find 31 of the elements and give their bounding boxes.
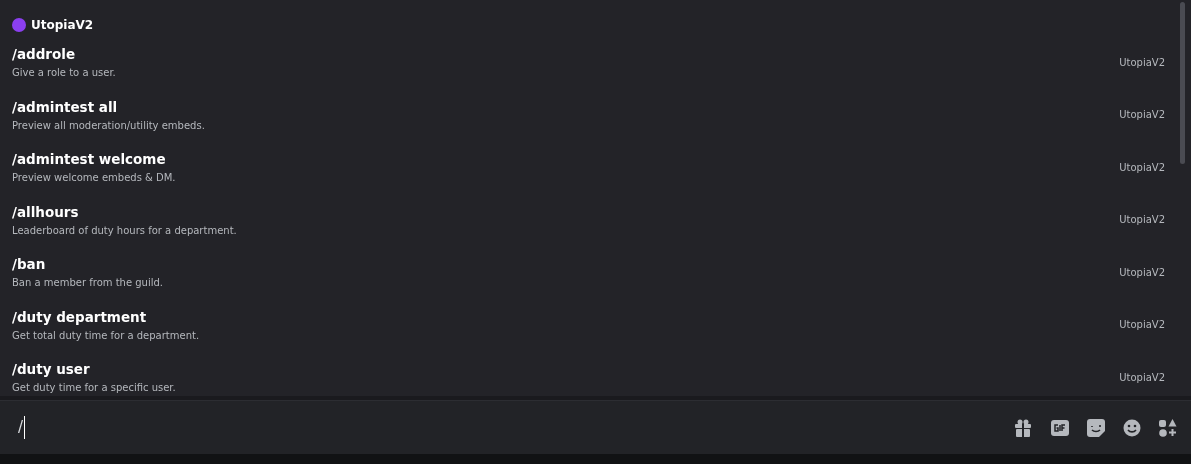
command-name[interactable]: /allhours [12,202,79,221]
command-name[interactable]: /ban [12,255,46,274]
message-input-bar[interactable]: / [0,400,1191,454]
command-name[interactable]: /duty department [12,307,147,326]
apps-icon[interactable] [1159,418,1177,437]
command-description: Get duty time for a specific user. [12,381,176,395]
command-source: UtopiaV2 [1119,213,1165,228]
command-name[interactable]: /admintest all [12,97,118,116]
command-name[interactable]: /admintest welcome [12,150,166,169]
command-description: Preview all moderation/utility embeds. [12,118,205,132]
command-description: Give a role to a user. [12,66,116,80]
command-source: UtopiaV2 [1119,370,1165,385]
app-name: UtopiaV2 [31,17,94,34]
command-description: Preview welcome embeds & DM. [12,171,176,185]
command-name[interactable]: /duty user [12,360,90,379]
command-description: Leaderboard of duty hours for a department. [12,223,237,237]
scrollbar[interactable] [1180,2,1185,164]
command-source: UtopiaV2 [1119,160,1165,175]
emoji-icon[interactable] [1123,418,1141,437]
command-description: Get total duty time for a department. [12,328,200,342]
message-input-text[interactable]: / [18,416,26,439]
sticker-icon[interactable] [1087,418,1105,437]
gif-icon[interactable] [1051,419,1069,436]
command-name[interactable]: /addrole [12,45,76,64]
command-description: Ban a member from the guild. [12,276,164,290]
gift-icon[interactable] [1013,418,1033,437]
command-source: UtopiaV2 [1119,318,1165,333]
command-source: UtopiaV2 [1119,108,1165,123]
command-source: UtopiaV2 [1119,55,1165,70]
command-source: UtopiaV2 [1119,265,1165,280]
app-avatar-icon [12,18,26,32]
